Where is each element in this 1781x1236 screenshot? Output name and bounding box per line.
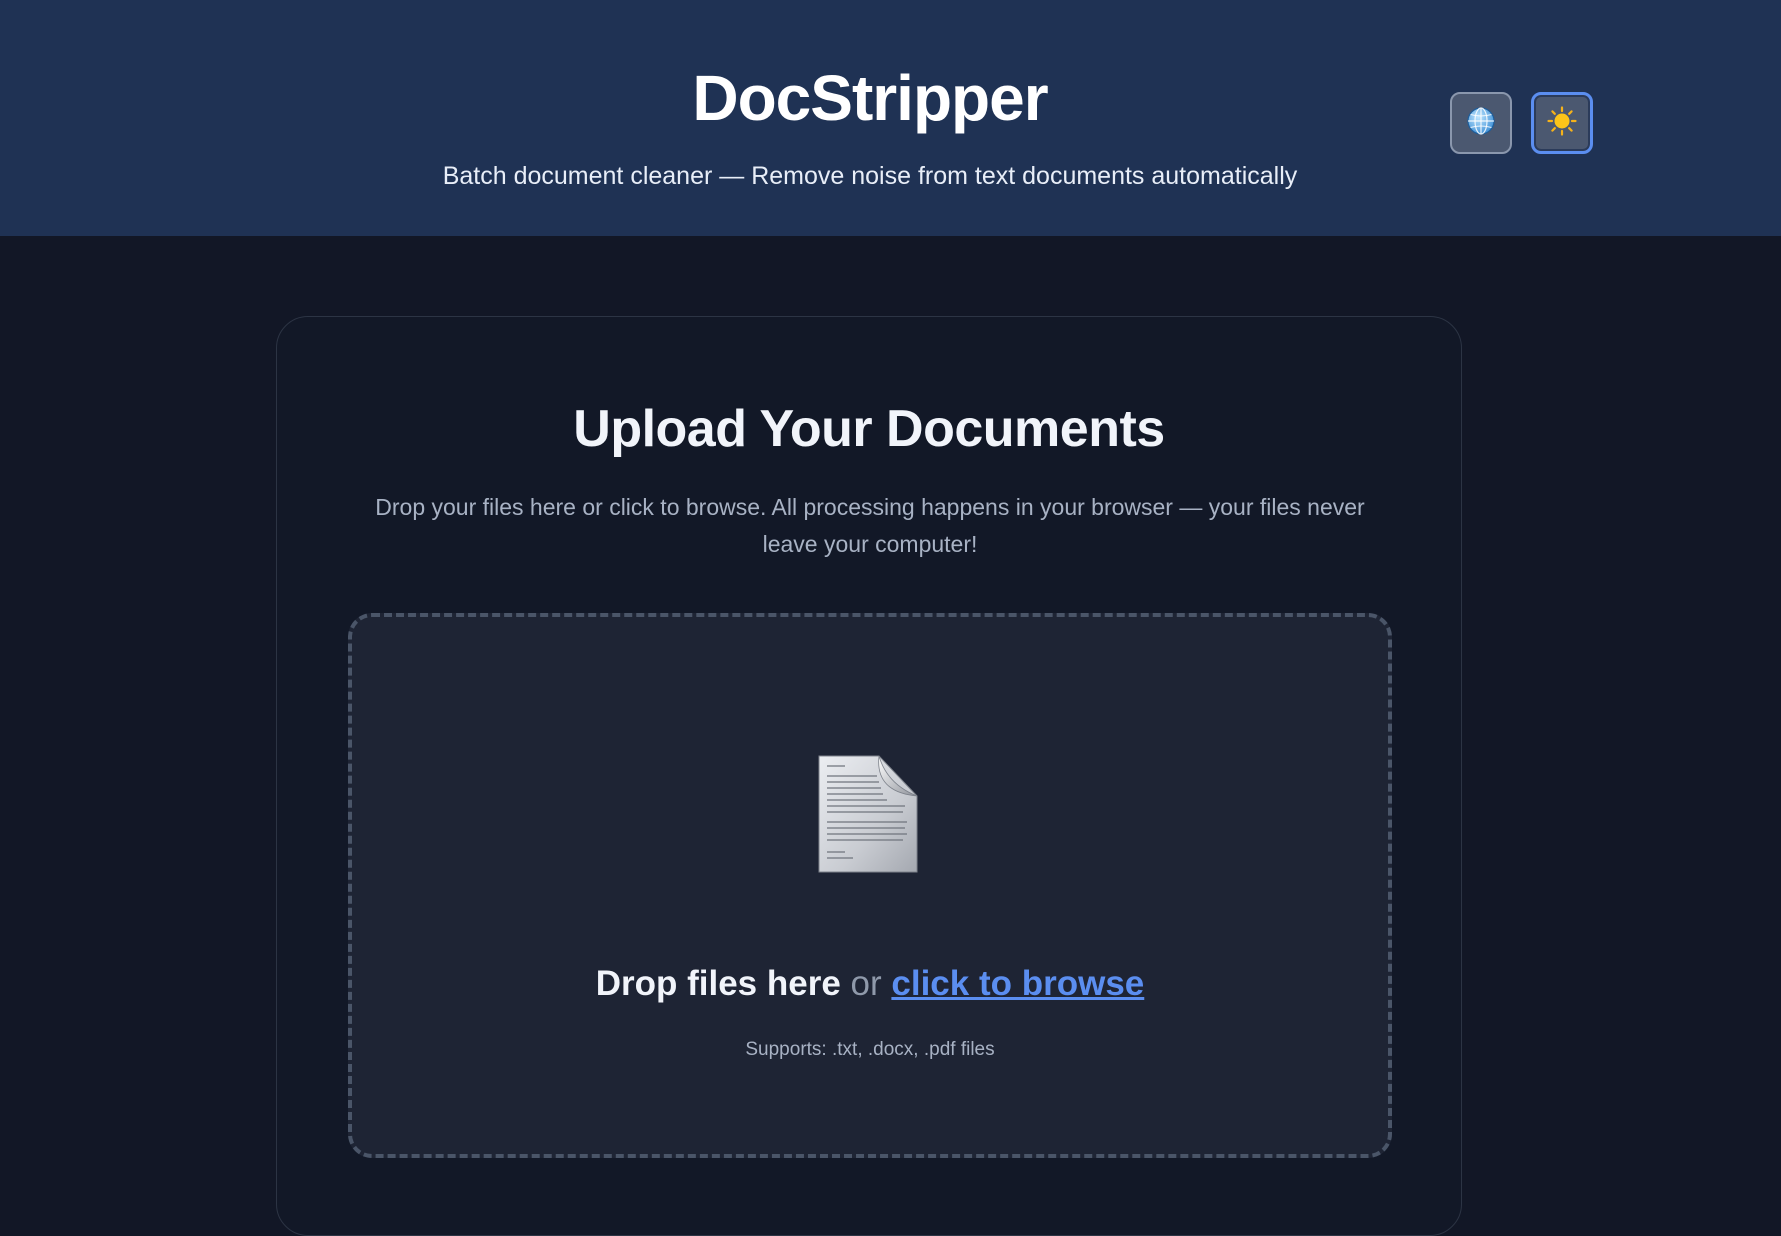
upload-description: Drop your files here or click to browse.… xyxy=(375,494,1365,557)
globe-icon xyxy=(1465,105,1497,142)
drop-instructions: Drop files here or click to browse xyxy=(352,962,1388,1006)
file-dropzone[interactable]: Drop files here or click to browse Suppo… xyxy=(348,613,1392,1158)
or-text: or xyxy=(850,964,882,1003)
upload-title: Upload Your Documents xyxy=(573,400,1165,458)
app-header: DocStripper Batch document cleaner — Rem… xyxy=(0,0,1781,236)
app-subtitle: Batch document cleaner — Remove noise fr… xyxy=(442,162,1298,190)
language-button[interactable] xyxy=(1450,92,1512,154)
drop-files-text: Drop files here xyxy=(595,964,841,1003)
upload-card: Upload Your Documents Drop your files he… xyxy=(276,316,1462,1236)
supported-formats: Supports: .txt, .docx, .pdf files xyxy=(745,1039,995,1060)
browse-link[interactable]: click to browse xyxy=(891,964,1144,1003)
document-icon xyxy=(817,754,919,874)
theme-toggle-button[interactable] xyxy=(1531,92,1593,154)
sun-icon xyxy=(1546,105,1578,142)
